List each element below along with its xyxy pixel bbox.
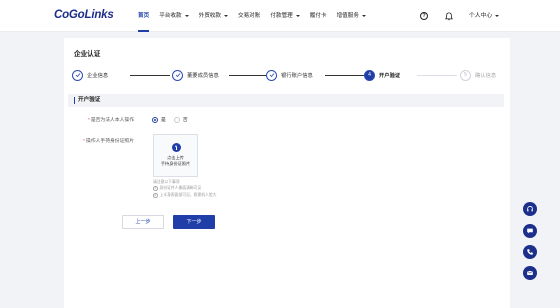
user-center-menu[interactable]: 个人中心 (469, 0, 500, 32)
chevron-down-icon (295, 15, 300, 17)
headset-icon[interactable] (523, 202, 537, 216)
prev-step-button[interactable]: 上一步 (122, 215, 164, 229)
page-title: 企业认证 (74, 51, 101, 58)
hint-title: 请注意以下事项 (153, 180, 180, 184)
nav-item-label: 履付卡 (309, 12, 327, 19)
legal-person-row: *是否为法人本人操作 是 否 (64, 116, 196, 123)
nav-item-label: 交易对账 (237, 12, 261, 19)
verification-card: 企业认证 企业信息 董要成员信息 银行账户信息 4 开户验证 5 确认信息 开户… (64, 38, 510, 308)
upload-label: *操作人手持身份证照片 (83, 139, 134, 144)
step-number-pending: 5 (460, 69, 471, 81)
chevron-down-icon (184, 15, 189, 17)
question-circle-icon[interactable]: ? (420, 12, 428, 20)
upload-row: *操作人手持身份证照片 (64, 137, 134, 144)
hint-item: 2 上半身照面部可见，照需机人脸大 (153, 193, 217, 198)
nav-item-label: 增值服务 (336, 12, 359, 19)
step-connector (130, 74, 170, 76)
radio-no-label[interactable]: 否 (183, 116, 188, 123)
step-connector (417, 74, 457, 76)
upload-subtext: 手持身份证照片 (160, 161, 191, 166)
section-title: 开户验证 (74, 97, 100, 104)
radio-no[interactable] (173, 116, 180, 123)
step-label: 开户验证 (379, 73, 401, 79)
chevron-down-icon (223, 15, 228, 17)
hint-item: 1 身份证件人像面清晰可见 (153, 186, 202, 191)
step-label: 确认信息 (475, 73, 497, 79)
hint-number: 1 (153, 186, 158, 191)
nav-item-label: 付款管理 (270, 12, 293, 19)
hint-number: 2 (153, 193, 158, 198)
legal-person-label: *是否为法人本人操作 (87, 118, 134, 123)
nav-item-5[interactable]: 履付卡 (310, 0, 327, 32)
check-circle-icon (72, 69, 83, 81)
legal-person-radio-group: 是 否 (152, 116, 196, 123)
step-label: 银行账户信息 (281, 73, 313, 79)
check-circle-icon (172, 69, 183, 81)
user-center-label: 个人中心 (469, 13, 493, 19)
top-navbar: CoGoLinks 首页 平台收款 外贸收款 交易对账 付款管理 履付卡 增值服务 ? 个人… (0, 0, 560, 32)
main-nav: 首页 平台收款 外贸收款 交易对账 付款管理 履付卡 增值服务 (138, 0, 376, 32)
nav-item-label: 平台收款 (159, 12, 182, 19)
mail-icon[interactable] (523, 266, 537, 280)
chevron-down-icon (495, 15, 500, 17)
step-3: 银行账户信息 (266, 68, 313, 82)
progress-steps: 企业信息 董要成员信息 银行账户信息 4 开户验证 5 确认信息 (72, 68, 504, 82)
step-number-current: 4 (364, 69, 375, 81)
step-label: 企业信息 (87, 73, 109, 79)
upload-arrow-icon (172, 143, 181, 152)
id-photo-upload[interactable]: 点击上传 手持身份证照片 (153, 134, 198, 177)
chevron-down-icon (361, 15, 366, 17)
nav-item-6[interactable]: 增值服务 (337, 0, 366, 32)
nav-item-0[interactable]: 首页 (138, 0, 150, 32)
step-connector (229, 74, 269, 76)
nav-item-1[interactable]: 平台收款 (159, 0, 189, 32)
step-5: 5 确认信息 (460, 68, 496, 82)
section-header: 开户验证 (68, 94, 504, 107)
step-label: 董要成员信息 (187, 73, 219, 79)
phone-icon[interactable] (523, 245, 537, 259)
bell-icon[interactable] (445, 12, 453, 21)
step-2: 董要成员信息 (172, 68, 219, 82)
radio-yes[interactable] (152, 116, 158, 123)
next-step-button[interactable]: 下一步 (173, 215, 215, 229)
nav-item-label: 首页 (138, 12, 150, 19)
nav-item-2[interactable]: 外贸收款 (199, 0, 228, 32)
nav-item-3[interactable]: 交易对账 (238, 0, 260, 32)
nav-item-4[interactable]: 付款管理 (270, 0, 300, 32)
step-1: 企业信息 (72, 68, 108, 82)
step-connector (325, 74, 365, 76)
step-4: 4 开户验证 (364, 68, 400, 82)
logo[interactable]: CoGoLinks (54, 9, 114, 21)
radio-yes-label[interactable]: 是 (161, 116, 166, 123)
check-circle-icon (266, 69, 277, 81)
chat-icon[interactable] (523, 224, 537, 238)
nav-item-label: 外贸收款 (198, 12, 221, 19)
